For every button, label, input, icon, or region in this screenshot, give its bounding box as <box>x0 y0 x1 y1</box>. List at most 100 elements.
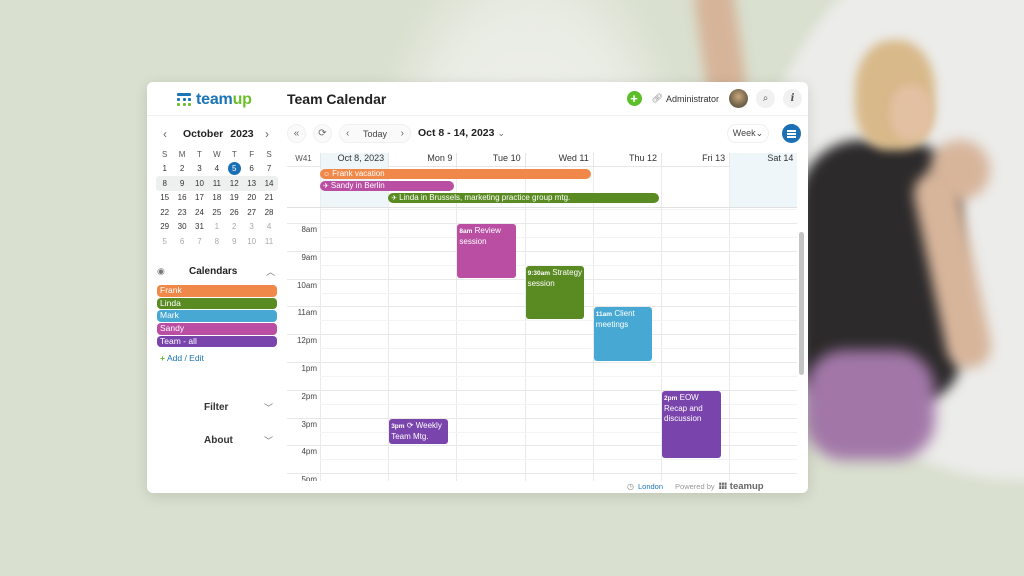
hour-line <box>287 223 797 224</box>
all-day-event[interactable]: ✈ Sandy in Berlin <box>320 181 455 191</box>
mini-calendar-day[interactable]: 26 <box>226 208 243 217</box>
today-button[interactable]: Today <box>363 129 387 139</box>
search-icon[interactable]: ⌕ <box>756 89 775 108</box>
about-section[interactable]: About ﹀ <box>157 432 275 448</box>
footer-brand[interactable]: 𝍖 teamup <box>719 481 764 492</box>
mini-calendar-day[interactable]: 6 <box>173 237 190 246</box>
mini-calendar-day[interactable]: 16 <box>173 193 190 202</box>
mini-calendar-day[interactable]: 25 <box>208 208 225 217</box>
mini-calendar-day[interactable]: 23 <box>173 208 190 217</box>
avatar[interactable] <box>729 89 748 108</box>
mini-calendar-day[interactable]: 9 <box>226 237 243 246</box>
mini-calendar-year[interactable]: 2023 <box>230 128 253 140</box>
calendar-event[interactable]: 9:30am Strategy session <box>525 265 585 320</box>
mini-calendar-day[interactable]: 4 <box>260 222 277 231</box>
day-header[interactable]: Thu 12 <box>592 153 661 167</box>
calendar-item-linda[interactable]: Linda <box>157 297 277 310</box>
vertical-scrollbar[interactable] <box>799 232 804 375</box>
calendar-item-mark[interactable]: Mark <box>157 310 277 322</box>
mini-calendar-day[interactable]: 10 <box>243 237 260 246</box>
add-event-icon[interactable]: + <box>626 91 642 106</box>
all-day-events-area[interactable]: ☺ Frank vacation ✈ Sandy in Berlin ✈ Linda in… <box>287 167 798 208</box>
day-header[interactable]: Oct 8, 2023 <box>320 153 389 167</box>
mini-calendar-day[interactable]: 17 <box>191 193 208 202</box>
calendars-section-header[interactable]: ◉ Calendars ︿ <box>157 263 275 279</box>
all-day-event[interactable]: ☺ Frank vacation <box>320 169 591 179</box>
day-header[interactable]: Fri 13 <box>661 153 729 167</box>
info-icon[interactable]: i <box>783 89 802 108</box>
user-role-link[interactable]: 🔗︎ Administrator <box>652 93 719 104</box>
mini-calendar-day[interactable]: 29 <box>156 222 173 231</box>
header-actions: + 🔗︎ Administrator ⌕ i <box>626 89 802 108</box>
mini-calendar-day[interactable]: 30 <box>173 222 190 231</box>
mini-calendar-day[interactable]: 9 <box>173 179 190 188</box>
recurring-icon: ⟳ <box>406 420 416 430</box>
next-month-icon[interactable]: › <box>259 127 275 141</box>
mini-calendar-today[interactable]: 5 <box>226 162 243 176</box>
mini-calendar-day[interactable]: 12 <box>226 179 243 188</box>
day-header[interactable]: Tue 10 <box>456 153 524 167</box>
mini-calendar-day[interactable]: 7 <box>260 164 277 173</box>
mini-calendar-day[interactable]: 22 <box>156 208 173 217</box>
mini-calendar-day[interactable]: 15 <box>156 193 173 202</box>
day-header[interactable]: Sat 14 <box>729 153 798 167</box>
prev-month-icon[interactable]: ‹ <box>157 127 173 141</box>
time-grid[interactable]: 8am 9am 10am 11am 12pm 1pm 2pm 3pm 4pm 5pm 8am Rev… <box>287 208 797 481</box>
mini-calendar-day[interactable]: 4 <box>208 164 225 173</box>
date-range-selector[interactable]: Oct 8 - 14, 2023 ⌄ <box>418 127 505 139</box>
mini-calendar-day[interactable]: 28 <box>260 208 277 217</box>
calendar-event[interactable]: 3pm ⟳ Weekly Team Mtg. <box>389 418 448 445</box>
mini-calendar-day[interactable]: 13 <box>243 179 260 188</box>
mini-calendar-day[interactable]: 24 <box>191 208 208 217</box>
mini-calendar-day[interactable]: 2 <box>173 164 190 173</box>
day-header[interactable]: Mon 9 <box>388 153 456 167</box>
mini-calendar-day[interactable]: 6 <box>243 164 260 173</box>
day-header[interactable]: Wed 11 <box>524 153 593 167</box>
calendar-event[interactable]: 2pm EOW Recap and discussion <box>662 390 721 459</box>
hour-label: 1pm <box>301 364 317 373</box>
mini-calendar-day[interactable]: 11 <box>260 237 277 246</box>
mini-calendar-day[interactable]: 2 <box>226 222 243 231</box>
mini-calendar-day[interactable]: 11 <box>208 179 225 188</box>
mini-calendar-day[interactable]: 8 <box>156 179 173 188</box>
mini-calendar-day[interactable]: 27 <box>243 208 260 217</box>
mini-calendar-day[interactable]: 19 <box>226 193 243 202</box>
hour-label: 3pm <box>301 419 317 429</box>
mini-calendar-day[interactable]: 20 <box>243 193 260 202</box>
calendar-event[interactable]: 8am Review session <box>457 224 517 278</box>
prev-week-icon[interactable]: ‹ <box>346 128 349 139</box>
mini-calendar-day[interactable]: 10 <box>191 179 208 188</box>
mini-calendar-day[interactable]: 21 <box>260 193 277 202</box>
teamup-logo[interactable]: teamup <box>177 91 252 109</box>
timezone-link[interactable]: London <box>638 482 663 491</box>
calendar-item-team-all[interactable]: Team - all <box>157 335 277 348</box>
calendar-item-sandy[interactable]: Sandy <box>157 323 277 335</box>
menu-icon[interactable] <box>782 124 801 143</box>
next-week-icon[interactable]: › <box>401 128 404 139</box>
view-selector[interactable]: Week⌄ <box>727 124 769 143</box>
mini-calendar-day[interactable]: 1 <box>208 222 225 231</box>
calendar-event[interactable]: 11am Client meetings <box>593 307 653 361</box>
chevron-down-icon: ﹀ <box>263 435 273 446</box>
mini-calendar-month[interactable]: October <box>183 128 223 140</box>
mini-calendar-day[interactable]: 14 <box>260 179 277 188</box>
filter-section[interactable]: Filter ﹀ <box>157 399 275 415</box>
mini-calendar-day[interactable]: 5 <box>156 237 173 246</box>
calendar-item-frank[interactable]: Frank <box>157 285 277 297</box>
day-number: 9 <box>179 178 185 188</box>
chevron-up-icon[interactable]: ︿ <box>266 265 275 278</box>
all-day-event[interactable]: ✈ Linda in Brussels, marketing practice g… <box>388 193 659 203</box>
mini-calendar-day[interactable]: 18 <box>208 193 225 202</box>
mini-calendar-day[interactable]: 1 <box>156 164 173 173</box>
mini-calendar-day[interactable]: 7 <box>191 237 208 246</box>
day-number: 17 <box>195 193 204 203</box>
refresh-icon[interactable]: ⟳ <box>313 124 332 143</box>
add-edit-calendars-link[interactable]: + Add / Edit <box>160 353 204 363</box>
mini-calendar-day[interactable]: 8 <box>208 237 225 246</box>
mini-calendar-day[interactable]: 31 <box>191 222 208 231</box>
eye-icon[interactable]: ◉ <box>157 266 171 277</box>
mini-calendar-day[interactable]: 3 <box>191 164 208 173</box>
day-number: 8 <box>162 178 167 188</box>
collapse-sidebar-icon[interactable]: « <box>287 124 306 143</box>
mini-calendar-day[interactable]: 3 <box>243 222 260 231</box>
